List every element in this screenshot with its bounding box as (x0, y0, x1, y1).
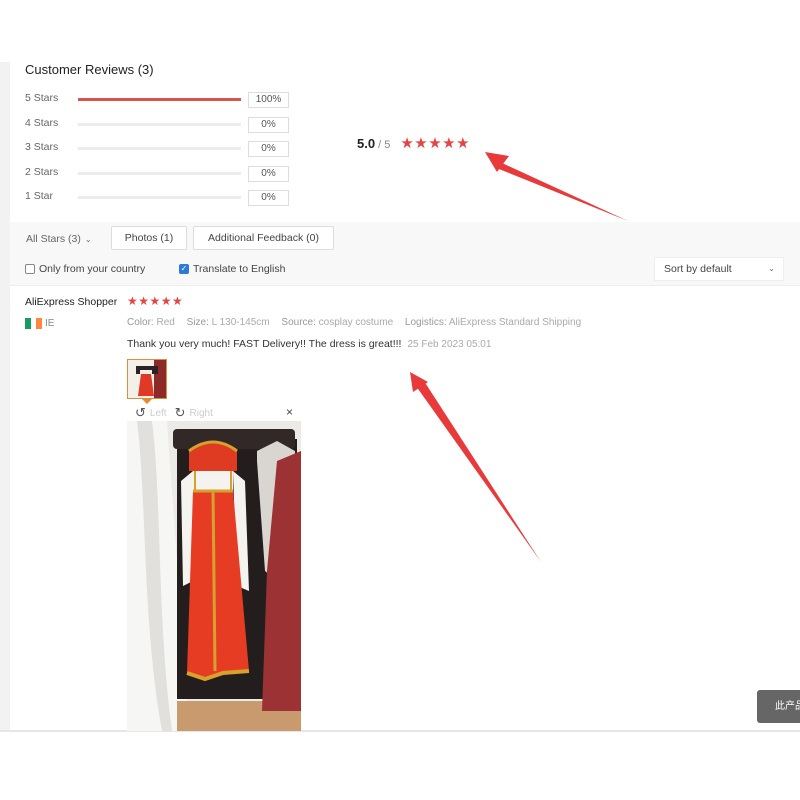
attribute-value: cosplay costume (318, 317, 394, 328)
distribution-bar (78, 147, 241, 150)
rotate-right-button[interactable]: ↻ Right (175, 405, 213, 421)
distribution-percent: 0% (248, 165, 289, 182)
rating-summary: 5.0 / 5 ★★★★★ (357, 134, 470, 152)
rotate-left-button[interactable]: ↺ Left (135, 405, 167, 421)
thumbnail-pointer (142, 399, 152, 404)
rotate-left-icon: ↺ (135, 405, 146, 420)
reviews-title: Customer Reviews (3) (25, 62, 154, 77)
distribution-fill (78, 98, 241, 101)
translate-to-english-label: Translate to English (193, 263, 286, 275)
distribution-label: 5 Stars (25, 92, 59, 104)
attribute-value: Red (156, 317, 175, 328)
all-stars-label: All Stars (3) (26, 233, 81, 245)
attribute-size: Size: L 130-145cm (187, 317, 270, 328)
red-dress-photo (127, 421, 301, 731)
average-score: 5.0 (357, 136, 376, 151)
attribute-color: Color: Red (127, 317, 175, 328)
rotate-right-label: Right (189, 407, 213, 419)
average-stars-icon: ★★★★★ (400, 135, 471, 152)
attribute-logistics: Logistics: AliExpress Standard Shipping (405, 317, 581, 328)
reviewer-name: AliExpress Shopper (25, 296, 118, 308)
distribution-row-5[interactable]: 5 Stars 100% (25, 92, 295, 117)
attribute-key: Color: (127, 317, 154, 328)
flag-stripe (36, 318, 43, 329)
review-body: Thank you very much! FAST Delivery!! The… (127, 338, 491, 350)
distribution-label: 1 Star (25, 190, 54, 202)
distribution-row-1[interactable]: 1 Star 0% (25, 190, 295, 215)
attribute-source: Source: cosplay costume (281, 317, 393, 328)
all-stars-dropdown[interactable]: All Stars (3) ⌄ (26, 233, 92, 245)
review-date: 25 Feb 2023 05:01 (407, 339, 492, 350)
review-filter-bar: All Stars (3) ⌄ Photos (1) Additional Fee… (10, 222, 800, 286)
rotate-left-label: Left (149, 407, 167, 419)
photos-filter-button[interactable]: Photos (1) (111, 226, 187, 250)
distribution-bar (78, 98, 241, 101)
distribution-label: 4 Stars (25, 116, 59, 129)
sort-dropdown[interactable]: Sort by default ⌄ (654, 257, 784, 281)
close-icon[interactable]: × (286, 405, 293, 419)
distribution-row-3[interactable]: 3 Stars 0% (25, 141, 295, 166)
distribution-label: 2 Stars (25, 165, 59, 178)
distribution-percent: 0% (248, 141, 289, 157)
score-out-of: / 5 (378, 139, 391, 151)
review-stars-icon: ★★★★★ (127, 294, 184, 308)
country-code: IE (45, 318, 55, 329)
distribution-bar (78, 122, 241, 126)
ireland-flag-icon (25, 318, 43, 329)
left-gutter (0, 62, 10, 730)
distribution-label: 3 Stars (25, 141, 59, 153)
photo-viewer-toolbar: ↺ Left ↻ Right × (127, 405, 301, 421)
distribution-bar (78, 196, 241, 199)
review-photo-large (127, 421, 301, 731)
rating-distribution: 5 Stars 100% 4 Stars 0% 3 Stars 0% 2 Sta… (25, 92, 295, 215)
checkbox-checked-icon[interactable]: ✓ (179, 264, 189, 274)
chevron-down-icon: ⌄ (84, 235, 92, 244)
attribute-key: Source: (281, 317, 316, 328)
attribute-value: AliExpress Standard Shipping (448, 317, 582, 328)
rotate-right-icon: ↻ (174, 405, 186, 420)
dress-thumbnail-image (128, 360, 166, 398)
distribution-bar (78, 171, 241, 175)
attribute-key: Size: (186, 317, 209, 328)
checkbox-unchecked-icon[interactable] (25, 264, 35, 274)
translate-to-english-checkbox[interactable]: ✓ Translate to English (179, 263, 285, 275)
reviews-page: Customer Reviews (3) 5 Stars 100% 4 Star… (0, 62, 800, 732)
attribute-value: L 130-145cm (211, 317, 270, 328)
distribution-row-2[interactable]: 2 Stars 0% (25, 165, 295, 191)
only-from-country-checkbox[interactable]: Only from your country (25, 263, 145, 275)
review-attributes: Color: Red Size: L 130-145cm Source: cos… (127, 317, 590, 328)
distribution-percent: 0% (248, 190, 289, 206)
chevron-down-icon: ⌄ (768, 264, 775, 273)
additional-feedback-button[interactable]: Additional Feedback (0) (193, 226, 334, 250)
distribution-row-4[interactable]: 4 Stars 0% (25, 116, 295, 142)
distribution-percent: 100% (248, 92, 289, 108)
floating-action-button[interactable]: 此产品 (757, 690, 800, 723)
review-photo-thumbnail[interactable] (127, 359, 167, 399)
only-from-country-label: Only from your country (39, 263, 146, 275)
distribution-percent: 0% (248, 116, 289, 133)
sort-selected-value: Sort by default (664, 263, 732, 275)
review-text: Thank you very much! FAST Delivery!! The… (127, 338, 402, 350)
attribute-key: Logistics: (404, 317, 447, 328)
photo-viewer: ↺ Left ↻ Right × (127, 405, 301, 731)
